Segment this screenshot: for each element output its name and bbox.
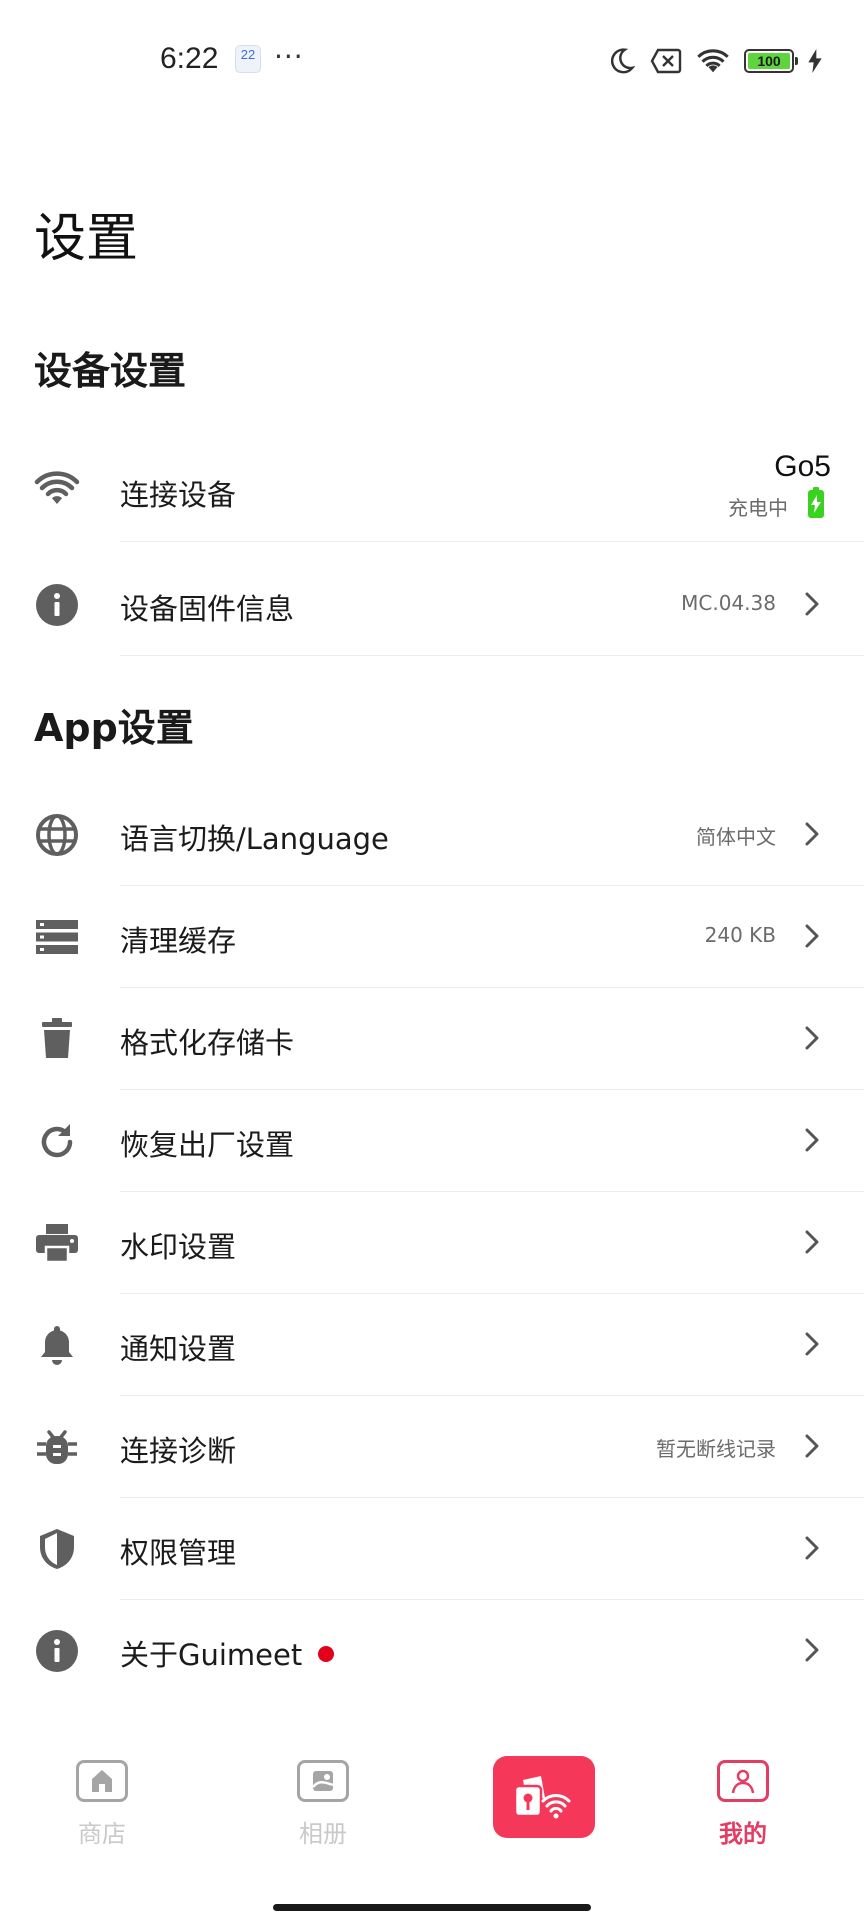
moon-icon — [610, 48, 636, 74]
nav-mine[interactable]: 我的 — [683, 1760, 803, 1870]
row-label: 水印设置 — [120, 1230, 237, 1264]
battery-icon: 100 — [744, 49, 798, 73]
update-badge — [318, 1646, 335, 1662]
row-divider — [120, 541, 864, 542]
home-indicator[interactable] — [273, 1904, 591, 1911]
row-factory-reset[interactable]: 恢复出厂设置 — [0, 1090, 864, 1192]
section-title-device: 设备设置 — [34, 349, 187, 393]
row-firmware-info[interactable]: 设备固件信息 MC.04.38 — [0, 554, 864, 656]
chevron-right-icon — [800, 1532, 824, 1564]
printer-icon — [34, 1220, 80, 1266]
row-language[interactable]: 语言切换/Language 简体中文 — [0, 784, 864, 886]
store-icon — [76, 1760, 128, 1802]
calendar-icon: 22 — [235, 45, 261, 73]
wifi-icon — [697, 49, 729, 73]
refresh-icon — [34, 1118, 80, 1164]
row-connection-diagnosis[interactable]: 连接诊断 暂无断线记录 — [0, 1396, 864, 1498]
row-format-sd-card[interactable]: 格式化存储卡 — [0, 988, 864, 1090]
chevron-right-icon — [800, 1022, 824, 1054]
profile-icon — [717, 1760, 769, 1802]
battery-level: 100 — [748, 53, 790, 69]
row-label: 连接设备 — [120, 478, 237, 512]
bug-icon — [34, 1424, 80, 1470]
row-permissions[interactable]: 权限管理 — [0, 1498, 864, 1600]
device-battery-charging-icon — [808, 487, 824, 518]
nav-album[interactable]: 相册 — [263, 1760, 383, 1870]
chevron-right-icon — [800, 588, 824, 620]
chevron-right-icon — [800, 1226, 824, 1258]
row-clear-cache[interactable]: 清理缓存 240 KB — [0, 886, 864, 988]
sim-off-icon — [650, 48, 682, 74]
chevron-right-icon — [800, 1328, 824, 1360]
status-icons: 100 — [606, 44, 822, 78]
row-label: 清理缓存 — [120, 924, 237, 958]
wifi-icon — [34, 468, 80, 514]
info-icon — [34, 582, 80, 628]
trash-icon — [34, 1016, 80, 1062]
camera-wifi-icon — [513, 1776, 571, 1819]
row-label: 关于Guimeet — [120, 1632, 335, 1674]
row-notifications[interactable]: 通知设置 — [0, 1294, 864, 1396]
chevron-right-icon — [800, 920, 824, 952]
info-icon — [34, 1628, 80, 1674]
row-label: 语言切换/Language — [120, 822, 389, 856]
cache-size: 240 KB — [704, 923, 776, 947]
row-label: 格式化存储卡 — [120, 1026, 295, 1060]
row-connect-device[interactable]: 连接设备 Go5 充电中 — [0, 440, 864, 542]
chevron-right-icon — [800, 818, 824, 850]
album-icon — [297, 1760, 349, 1802]
chevron-right-icon — [800, 1430, 824, 1462]
chevron-right-icon — [800, 1124, 824, 1156]
nav-label-album: 相册 — [299, 1820, 347, 1848]
device-name: Go5 — [774, 450, 831, 483]
row-about[interactable]: 关于Guimeet — [0, 1600, 864, 1702]
globe-icon — [34, 812, 80, 858]
row-label: 设备固件信息 — [120, 592, 295, 626]
firmware-version: MC.04.38 — [681, 591, 776, 615]
shield-icon — [34, 1526, 80, 1572]
storage-icon — [34, 914, 80, 960]
disconnect-record-status: 暂无断线记录 — [656, 1437, 776, 1461]
row-label: 权限管理 — [120, 1536, 237, 1570]
bell-icon — [34, 1322, 80, 1368]
device-status: 充电中 — [728, 496, 788, 520]
about-label: 关于Guimeet — [120, 1638, 303, 1672]
row-label: 通知设置 — [120, 1332, 237, 1366]
row-divider — [120, 655, 864, 656]
bottom-nav: 商店 相册 我的 — [0, 1740, 864, 1890]
page-title: 设置 — [34, 209, 139, 269]
section-title-app: App设置 — [34, 706, 194, 750]
row-label: 连接诊断 — [120, 1434, 237, 1468]
status-time: 6:22 — [160, 42, 219, 75]
status-bar: 6:22 22 ··· 100 — [0, 0, 864, 120]
charging-bolt-icon — [808, 49, 822, 73]
nav-camera-connect-button[interactable] — [493, 1756, 595, 1838]
row-label: 恢复出厂设置 — [120, 1128, 295, 1162]
nav-label-store: 商店 — [78, 1820, 126, 1848]
more-notifications-icon: ··· — [274, 40, 304, 73]
nav-label-mine: 我的 — [719, 1820, 767, 1848]
chevron-right-icon — [800, 1634, 824, 1666]
current-language: 简体中文 — [696, 825, 776, 849]
row-watermark[interactable]: 水印设置 — [0, 1192, 864, 1294]
nav-store[interactable]: 商店 — [42, 1760, 162, 1870]
